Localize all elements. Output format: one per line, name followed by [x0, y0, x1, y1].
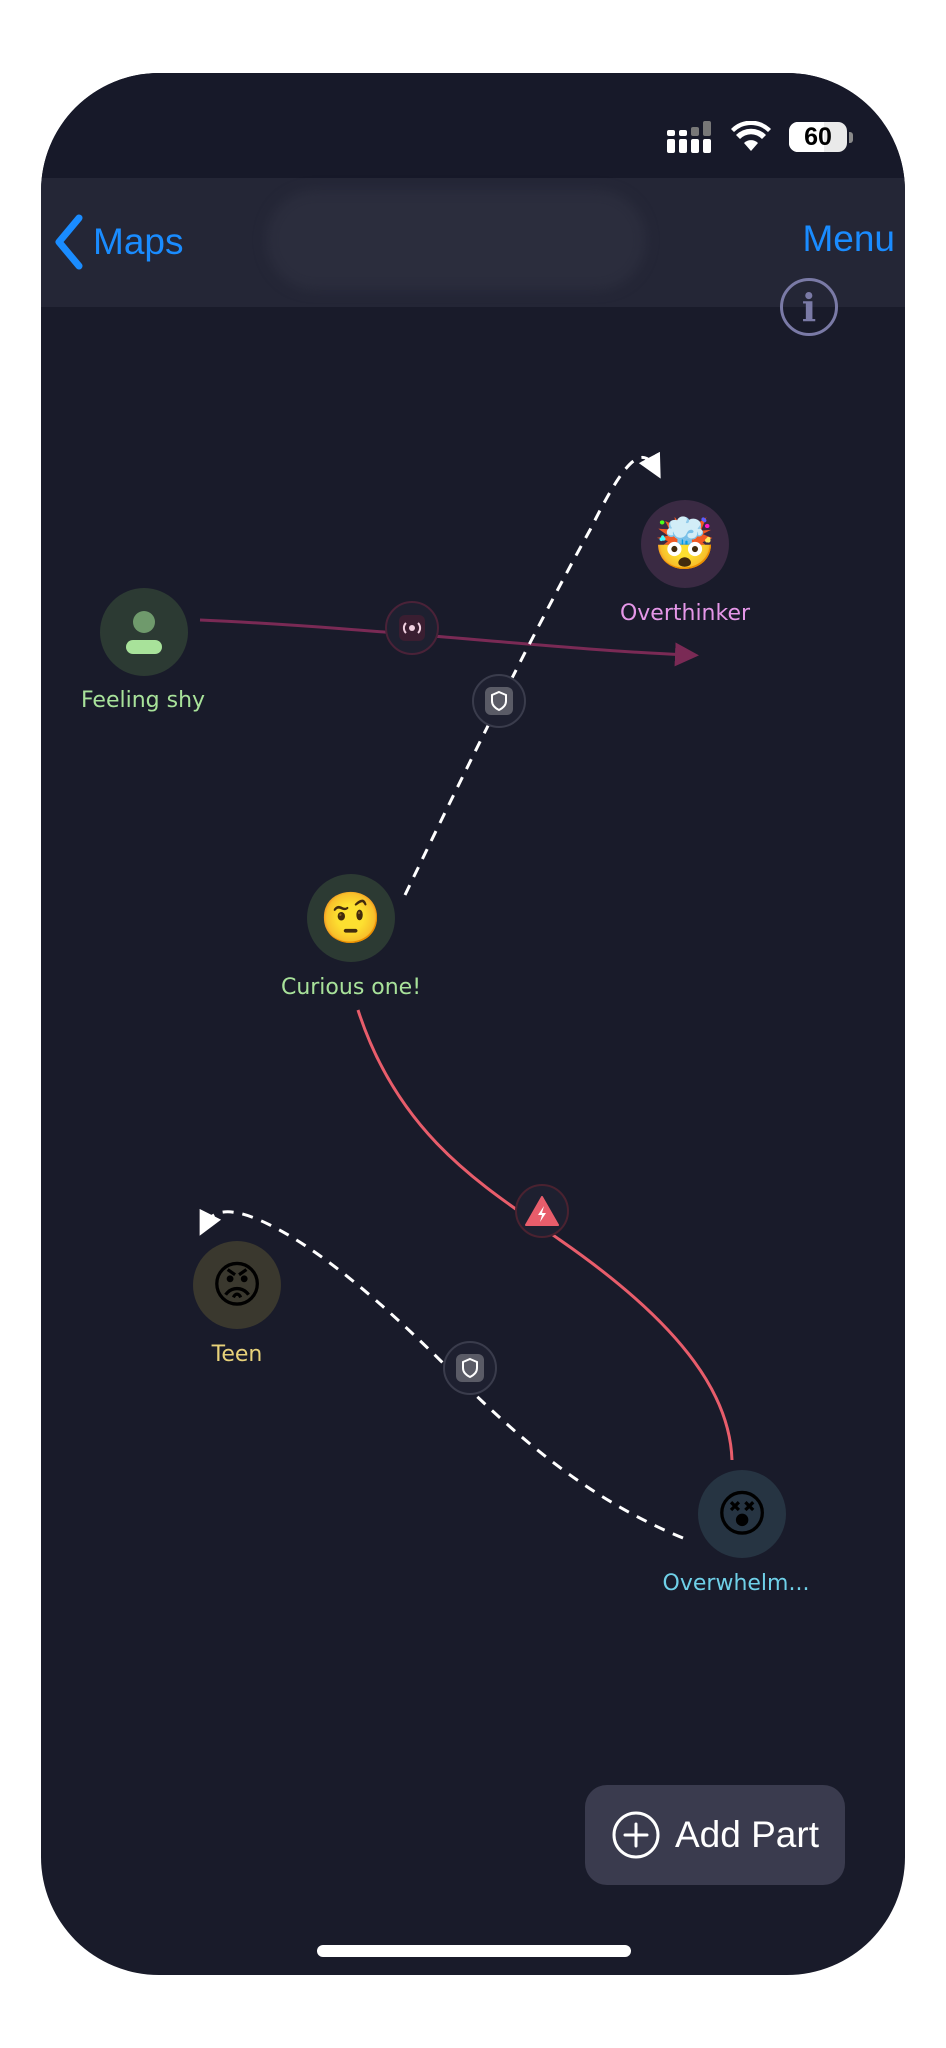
angry-face-emoji: 😡 [210, 1256, 264, 1314]
conflict-badge[interactable] [515, 1184, 569, 1238]
dizzy-face-emoji: 😵 [715, 1485, 769, 1543]
polarization-icon [399, 615, 425, 641]
part-node-feeling-shy[interactable] [100, 588, 188, 676]
polarized-link-line [199, 618, 699, 667]
protective-link-line [403, 451, 661, 896]
shield-icon [485, 687, 513, 715]
shield-icon [456, 1354, 484, 1382]
protective-badge[interactable] [472, 674, 526, 728]
person-icon [126, 611, 162, 654]
part-label: Overwhelm... [662, 1571, 810, 1596]
info-button[interactable]: i [780, 278, 838, 336]
raised-eyebrow-emoji: 🤨 [319, 888, 383, 947]
part-node-overwhelmed[interactable]: 😵 [698, 1470, 786, 1558]
part-node-overthinker[interactable]: 🤯 [641, 500, 729, 588]
add-part-label: Add Part [675, 1814, 819, 1855]
conflict-icon [525, 1196, 559, 1226]
home-indicator [317, 1945, 631, 1957]
exploding-head-emoji: 🤯 [653, 514, 717, 573]
part-node-teen[interactable]: 😡 [193, 1241, 281, 1329]
part-label: Overthinker [619, 601, 751, 626]
part-label: Feeling shy [80, 688, 206, 713]
plus-circle-icon [612, 1811, 660, 1859]
add-part-button[interactable]: Add Part [585, 1785, 845, 1885]
protective-badge-2[interactable] [443, 1341, 497, 1395]
part-label: Curious one! [280, 975, 422, 1000]
part-node-curious-one[interactable]: 🤨 [307, 874, 395, 962]
part-label: Teen [211, 1342, 263, 1367]
polarization-badge[interactable] [385, 601, 439, 655]
